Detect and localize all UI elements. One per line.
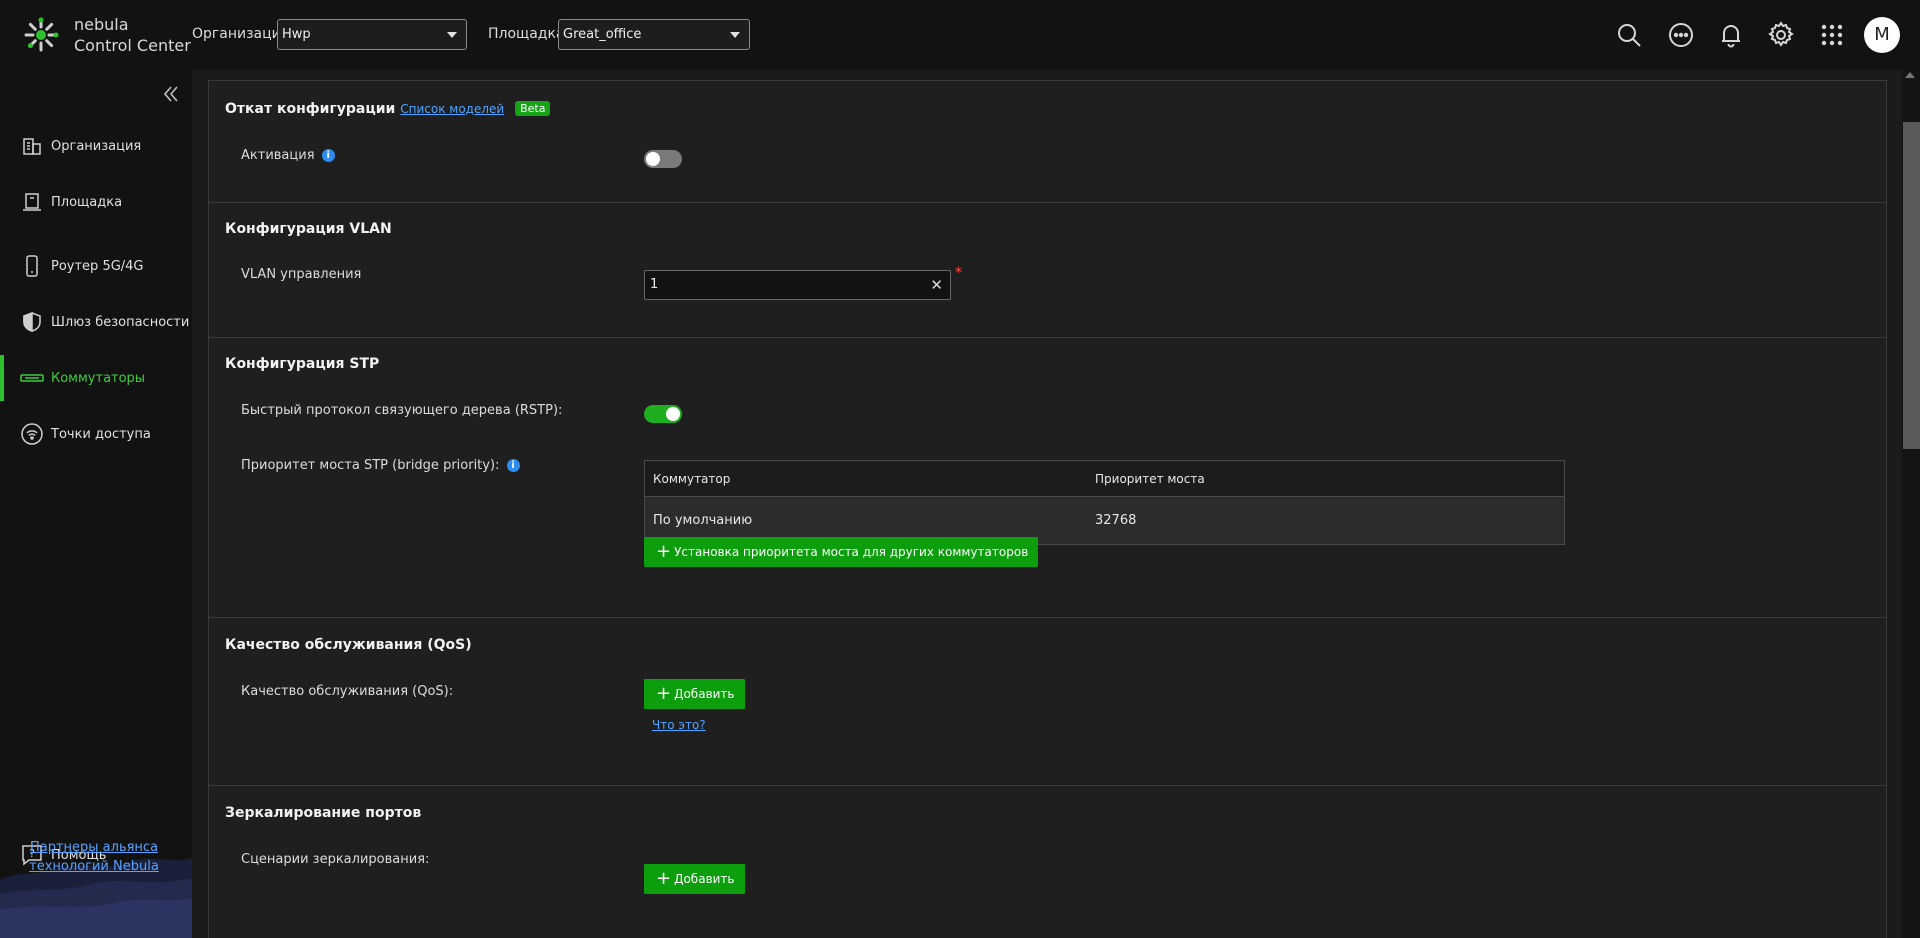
sidebar-item-site[interactable]: Площадка	[0, 179, 192, 225]
sidebar-item-organization[interactable]: Организация	[0, 123, 192, 169]
access-point-icon	[19, 421, 45, 447]
gear-icon[interactable]	[1764, 18, 1798, 52]
sidebar-item-label: Организация	[51, 138, 142, 154]
activation-toggle[interactable]	[644, 150, 682, 168]
brand-line2: Control Center	[74, 36, 191, 55]
cell-priority: 32768	[1095, 513, 1137, 528]
caret-down-icon	[730, 32, 740, 38]
sidebar-item-switches[interactable]: Коммутаторы	[0, 355, 192, 401]
qos-title: Качество обслуживания (QoS)	[225, 637, 472, 653]
bell-icon[interactable]	[1714, 18, 1748, 52]
section-port-mirroring: Зеркалирование портов Сценарии зеркалиро…	[208, 785, 1887, 938]
rstp-toggle[interactable]	[644, 405, 682, 423]
section-config-rollback: Откат конфигурации Список моделей Beta А…	[208, 80, 1887, 203]
active-indicator	[0, 355, 4, 401]
site-select-value: Great_office	[563, 27, 642, 42]
scroll-up-arrow-icon[interactable]	[1905, 72, 1915, 78]
org-select[interactable]: Hwp	[277, 19, 467, 50]
sidebar-item-label: Роутер 5G/4G	[51, 258, 144, 274]
main-content: Откат конфигурации Список моделей Beta А…	[208, 80, 1887, 938]
qos-label: Качество обслуживания (QoS):	[241, 684, 454, 699]
activation-row: Активация i	[241, 148, 335, 163]
plus-icon: +	[656, 683, 672, 704]
building-icon	[19, 133, 45, 159]
brand-name: nebula Control Center	[74, 14, 191, 56]
sidebar-item-label: Коммутаторы	[51, 370, 146, 386]
section-qos: Качество обслуживания (QoS) Качество обс…	[208, 617, 1887, 786]
scrollbar-thumb[interactable]	[1903, 122, 1920, 449]
apps-grid-icon[interactable]	[1815, 18, 1849, 52]
toggle-knob	[666, 407, 680, 421]
clear-icon[interactable]: ✕	[930, 276, 943, 294]
required-mark: *	[955, 265, 962, 281]
search-icon[interactable]	[1612, 18, 1646, 52]
collapse-sidebar-icon[interactable]	[161, 84, 181, 104]
top-bar: nebula Control Center Организация: Hwp П…	[0, 0, 1920, 70]
models-list-link[interactable]: Список моделей	[400, 102, 504, 116]
section-vlan-config: Конфигурация VLAN VLAN управления 1 ✕ *	[208, 202, 1887, 338]
org-select-value: Hwp	[282, 27, 311, 42]
caret-down-icon	[447, 32, 457, 38]
mgmt-vlan-value: 1	[650, 277, 659, 292]
avatar[interactable]: M	[1864, 17, 1900, 53]
info-icon[interactable]: i	[506, 459, 520, 472]
set-bridge-priority-button[interactable]: + Установка приоритета моста для других …	[644, 537, 1039, 567]
bridge-priority-row: Приоритет моста STP (bridge priority): i	[241, 458, 520, 473]
header-switch: Коммутатор	[653, 472, 731, 486]
sidebar-item-label: Шлюз безопасности	[51, 314, 190, 330]
section-title: Откат конфигурации Список моделей Beta	[225, 101, 551, 117]
bridge-priority-label: Приоритет моста STP (bridge priority):	[241, 458, 500, 473]
sidebar: Организация Площадка Роутер 5G/4G Шлюз б…	[0, 70, 192, 938]
table-header: Коммутатор Приоритет моста	[645, 461, 1564, 497]
site-icon	[19, 189, 45, 215]
mirror-add-button[interactable]: + Добавить	[644, 864, 745, 894]
rstp-label: Быстрый протокол связующего дерева (RSTP…	[241, 403, 563, 418]
shield-icon	[19, 309, 45, 335]
mgmt-vlan-label: VLAN управления	[241, 267, 362, 282]
button-label: Добавить	[674, 872, 735, 886]
sidebar-item-label: Площадка	[51, 194, 123, 210]
sidebar-item-access-points[interactable]: Точки доступа	[0, 411, 192, 457]
site-select[interactable]: Great_office	[558, 19, 750, 50]
plus-icon: +	[656, 541, 672, 562]
button-label: Добавить	[674, 687, 735, 701]
mirror-title: Зеркалирование портов	[225, 805, 422, 821]
button-label: Установка приоритета моста для других ко…	[674, 545, 1029, 559]
partners-link[interactable]: Партнеры альянса технологий Nebula	[24, 838, 164, 876]
router-icon	[19, 253, 45, 279]
toggle-knob	[646, 152, 660, 166]
sidebar-item-security-gateway[interactable]: Шлюз безопасности	[0, 299, 192, 345]
sidebar-item-router[interactable]: Роутер 5G/4G	[0, 243, 192, 289]
info-icon[interactable]: i	[321, 149, 335, 162]
activation-label: Активация	[241, 148, 315, 163]
header-bridge-priority: Приоритет моста	[1095, 472, 1205, 486]
plus-icon: +	[656, 868, 672, 889]
bridge-priority-table: Коммутатор Приоритет моста По умолчанию …	[644, 460, 1565, 545]
nebula-logo-icon[interactable]	[22, 16, 60, 54]
switch-icon	[19, 365, 45, 391]
section-stp-config: Конфигурация STP Быстрый протокол связую…	[208, 337, 1887, 618]
mirror-label: Сценарии зеркалирования:	[241, 852, 430, 867]
vlan-title: Конфигурация VLAN	[225, 221, 392, 237]
stp-title: Конфигурация STP	[225, 356, 380, 372]
sidebar-item-label: Точки доступа	[51, 426, 151, 442]
more-icon[interactable]	[1664, 18, 1698, 52]
brand-line1: nebula	[74, 15, 129, 34]
qos-add-button[interactable]: + Добавить	[644, 679, 745, 709]
beta-badge: Beta	[515, 101, 551, 116]
mgmt-vlan-input[interactable]: 1 ✕	[644, 270, 951, 300]
what-is-this-link[interactable]: Что это?	[652, 718, 706, 732]
rollback-title: Откат конфигурации	[225, 101, 396, 117]
